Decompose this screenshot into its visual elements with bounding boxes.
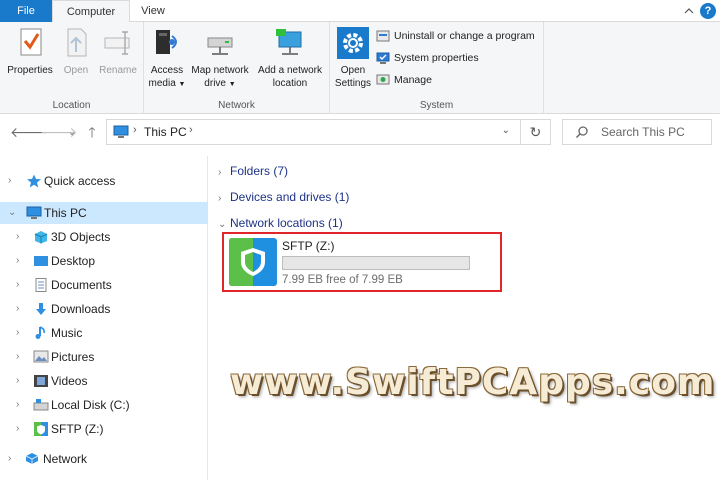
sidebar-item-desktop[interactable]: › Desktop xyxy=(0,250,208,272)
group-label-network: Network xyxy=(218,100,255,111)
chevron-right-icon[interactable]: › xyxy=(8,170,11,192)
sidebar-item-documents[interactable]: › Documents xyxy=(0,274,208,296)
manage-icon xyxy=(376,74,390,85)
chevron-right-icon[interactable]: › xyxy=(16,322,19,344)
document-icon xyxy=(35,278,47,292)
download-icon xyxy=(36,303,46,315)
ribbon-group-network: Access media ▼ Map network drive ▼ Add a… xyxy=(144,22,330,114)
drive-usage-bar xyxy=(282,256,470,270)
chevron-down-icon[interactable]: ⌄ xyxy=(8,202,16,224)
rename-icon xyxy=(104,31,130,55)
cube-icon xyxy=(34,231,48,244)
chevron-right-icon[interactable]: › xyxy=(16,370,19,392)
sftp-drive-tile[interactable]: SFTP (Z:) 7.99 EB free of 7.99 EB xyxy=(222,232,502,292)
disk-icon xyxy=(33,399,49,411)
sidebar-item-quick-access[interactable]: › Quick access xyxy=(0,170,208,192)
star-icon xyxy=(27,174,41,188)
sidebar-item-network[interactable]: › Network xyxy=(0,448,208,470)
chevron-right-icon[interactable]: › xyxy=(218,190,230,208)
help-button[interactable]: ? xyxy=(700,3,716,19)
sftp-drive-icon xyxy=(229,238,277,286)
navigation-pane: › Quick access ⌄ This PC › 3D Objects › … xyxy=(0,156,208,480)
drive-free-space: 7.99 EB free of 7.99 EB xyxy=(282,274,403,286)
refresh-button[interactable]: ↻ xyxy=(520,120,550,144)
system-properties-button[interactable]: System properties xyxy=(376,48,479,68)
breadcrumb-separator[interactable]: › xyxy=(189,124,193,136)
picture-icon xyxy=(33,350,49,363)
add-network-location-button[interactable]: Add a network location xyxy=(252,26,328,90)
back-button[interactable]: 🡐 xyxy=(10,124,48,140)
chevron-right-icon[interactable]: › xyxy=(16,298,19,320)
recent-locations-button[interactable]: ⌄ xyxy=(64,124,80,140)
add-location-icon xyxy=(276,29,302,55)
chevron-right-icon[interactable]: › xyxy=(16,250,19,272)
map-drive-icon xyxy=(207,37,233,55)
drive-name: SFTP (Z:) xyxy=(282,239,335,253)
uninstall-icon xyxy=(376,30,390,42)
tab-view[interactable]: View xyxy=(132,0,174,23)
sidebar-item-local-disk[interactable]: › Local Disk (C:) xyxy=(0,394,208,416)
address-dropdown-icon[interactable]: ⌄ xyxy=(502,125,510,136)
section-devices-and-drives[interactable]: › Devices and drives (1) xyxy=(218,188,349,206)
sidebar-item-3d-objects[interactable]: › 3D Objects xyxy=(0,226,208,248)
section-folders[interactable]: › Folders (7) xyxy=(218,162,288,180)
tab-file[interactable]: File xyxy=(0,0,52,22)
chevron-right-icon[interactable]: › xyxy=(16,274,19,296)
ribbon-tab-bar: File Computer View ? xyxy=(0,0,720,23)
sidebar-item-this-pc[interactable]: ⌄ This PC xyxy=(0,202,208,224)
address-bar[interactable]: › This PC › ⌄ ↻ xyxy=(106,119,551,145)
rename-button[interactable]: Rename xyxy=(96,26,140,77)
breadcrumb-this-pc[interactable]: This PC xyxy=(144,125,187,139)
computer-icon xyxy=(113,125,129,138)
tab-computer[interactable]: Computer xyxy=(52,0,130,23)
section-network-locations[interactable]: ⌄ Network locations (1) xyxy=(218,214,343,232)
ribbon-group-location: Properties Open Rename Location xyxy=(0,22,144,114)
sidebar-item-downloads[interactable]: › Downloads xyxy=(0,298,208,320)
uninstall-program-button[interactable]: Uninstall or change a program xyxy=(376,26,535,46)
open-button[interactable]: Open xyxy=(58,26,94,77)
group-label-location: Location xyxy=(52,100,91,111)
chevron-right-icon[interactable]: › xyxy=(218,164,230,182)
manage-button[interactable]: Manage xyxy=(376,70,432,90)
sftp-drive-icon xyxy=(34,422,48,436)
watermark: www.SwiftPCApps.com xyxy=(230,362,716,403)
ribbon: Properties Open Rename Location Access m… xyxy=(0,22,720,114)
forward-button[interactable]: 🡒 xyxy=(40,124,78,140)
chevron-right-icon[interactable]: › xyxy=(16,226,19,248)
search-box[interactable] xyxy=(562,119,712,145)
collapse-ribbon-icon[interactable] xyxy=(682,4,696,18)
content-pane: › Folders (7) › Devices and drives (1) ⌄ Ne… xyxy=(210,156,720,480)
group-label-system: System xyxy=(419,100,454,111)
open-icon xyxy=(67,28,87,57)
sidebar-item-videos[interactable]: › Videos xyxy=(0,370,208,392)
ribbon-group-system: Open Settings Uninstall or change a prog… xyxy=(330,22,544,114)
chevron-right-icon[interactable]: › xyxy=(16,394,19,416)
music-icon xyxy=(35,326,45,339)
computer-icon xyxy=(26,206,42,219)
access-media-button[interactable]: Access media ▼ xyxy=(146,26,188,91)
sidebar-item-sftp-drive[interactable]: › SFTP (Z:) xyxy=(0,418,208,440)
up-button[interactable]: 🡑 xyxy=(84,124,100,140)
map-network-drive-button[interactable]: Map network drive ▼ xyxy=(188,26,252,91)
system-properties-icon xyxy=(376,52,390,64)
properties-icon xyxy=(20,28,42,56)
open-settings-button[interactable]: Open Settings xyxy=(332,26,374,90)
search-icon xyxy=(575,126,588,139)
desktop-icon xyxy=(34,256,48,266)
chevron-right-icon[interactable]: › xyxy=(8,448,11,470)
access-media-icon xyxy=(156,30,177,54)
properties-button[interactable]: Properties xyxy=(4,26,56,77)
network-icon xyxy=(25,453,39,464)
chevron-right-icon[interactable]: › xyxy=(16,346,19,368)
search-input[interactable] xyxy=(601,123,709,141)
gear-icon xyxy=(337,27,369,59)
video-icon xyxy=(34,375,48,387)
breadcrumb-separator[interactable]: › xyxy=(133,124,137,136)
navigation-bar: 🡐 🡒 ⌄ 🡑 › This PC › ⌄ ↻ xyxy=(0,114,720,150)
chevron-right-icon[interactable]: › xyxy=(16,418,19,440)
sidebar-item-music[interactable]: › Music xyxy=(0,322,208,344)
sidebar-item-pictures[interactable]: › Pictures xyxy=(0,346,208,368)
